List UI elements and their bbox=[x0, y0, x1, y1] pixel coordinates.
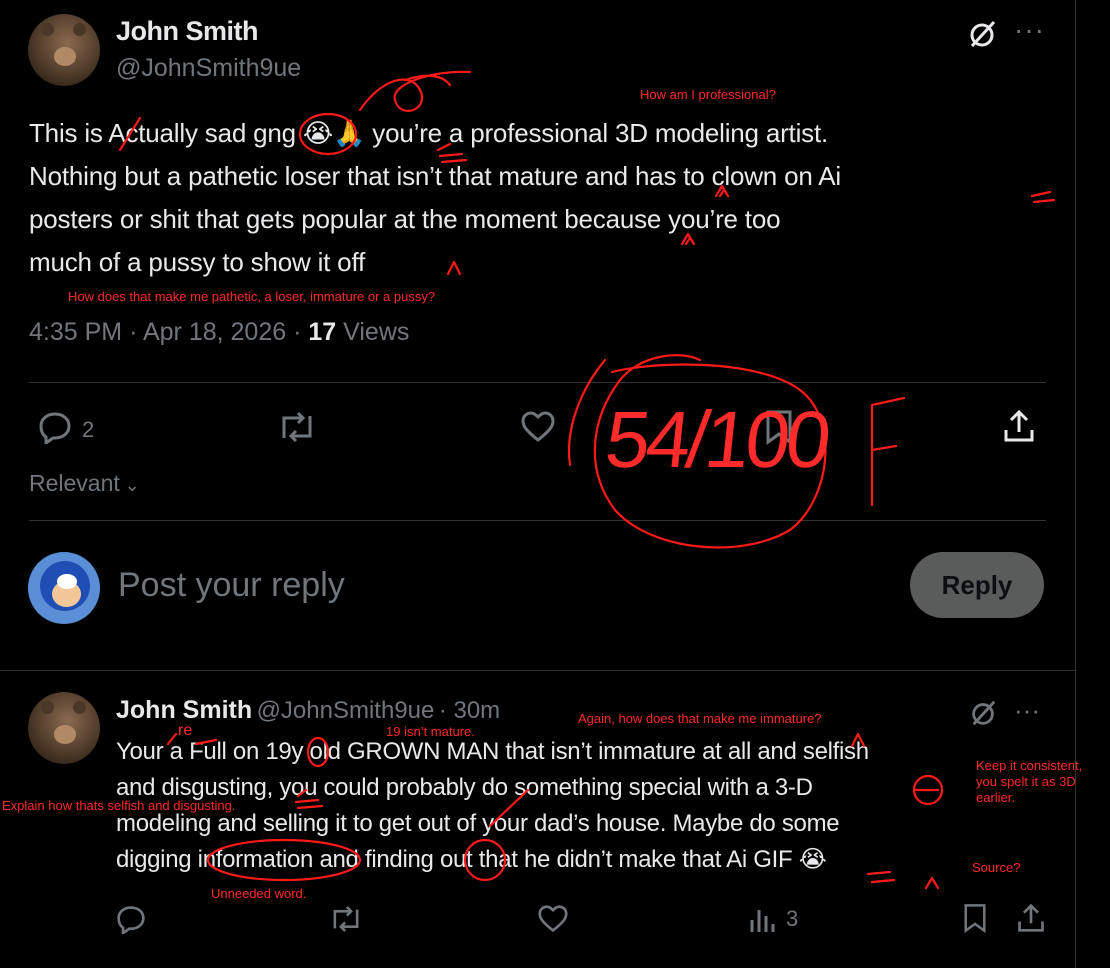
annotation-line: earlier. bbox=[976, 790, 1016, 805]
annotation-how-pathetic: How does that make me pathetic, a loser,… bbox=[68, 289, 436, 304]
annotation-19-not-mature: 19 isn’t mature. bbox=[386, 724, 475, 739]
annotation-source: Source? bbox=[972, 860, 1021, 875]
post-thread-page: John Smith @JohnSmith9ue ··· This is Act… bbox=[0, 0, 1110, 968]
annotation-line: Keep it consistent, bbox=[976, 758, 1083, 773]
annotation-explain-selfish: Explain how thats selfish and disgusting… bbox=[2, 798, 236, 813]
annotation-line: you spelt it as 3D bbox=[976, 774, 1076, 789]
annotation-unneeded-word: Unneeded word. bbox=[211, 886, 307, 901]
annotation-you-re-fix: re bbox=[178, 722, 193, 739]
annotation-marks bbox=[118, 70, 1056, 890]
annotation-keep-consistent: Keep it consistent, you spelt it as 3D e… bbox=[976, 758, 1082, 806]
annotation-again-immature: Again, how does that make me immature? bbox=[578, 711, 822, 726]
annotation-grade-score: 54/100 bbox=[601, 395, 832, 484]
annotation-how-professional: How am I professional? bbox=[640, 87, 776, 102]
